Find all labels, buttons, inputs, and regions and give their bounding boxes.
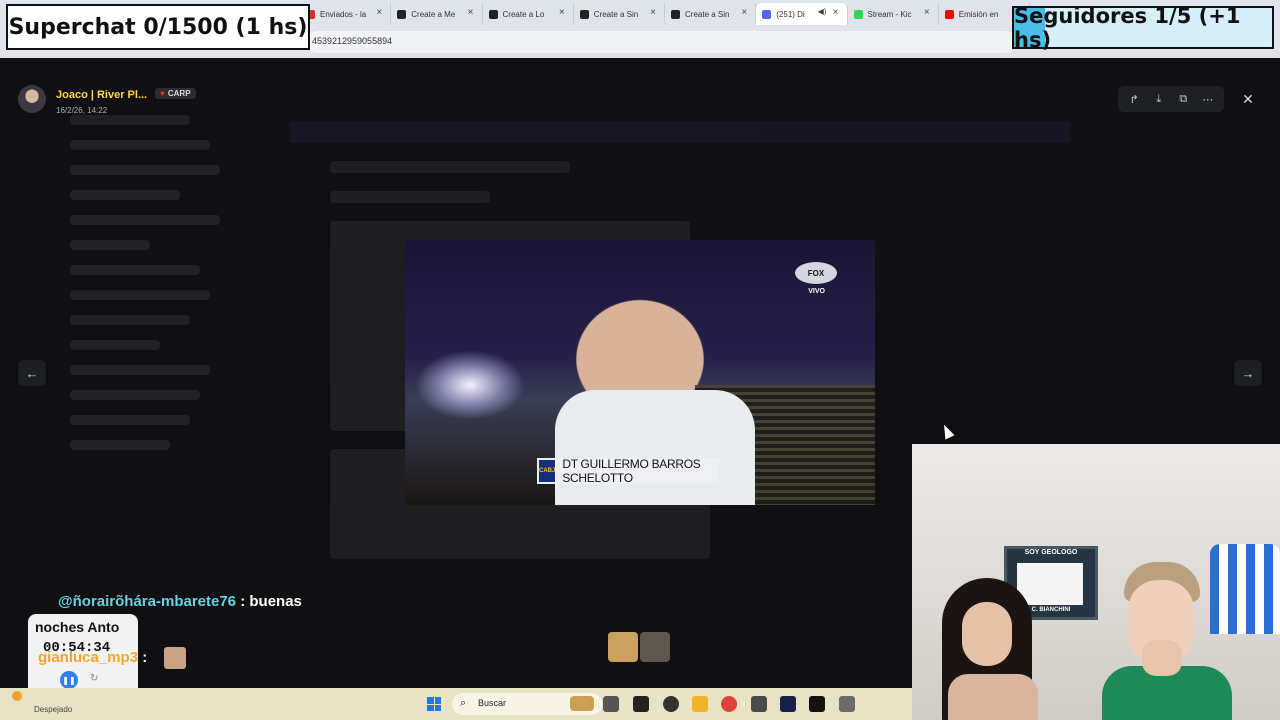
speaker-icon[interactable]: ◀) [818, 7, 827, 16]
tab-strip: Enviados - la × Create a Me × Create a Lo ×… [300, 3, 1030, 25]
weather-text: Despejado [34, 705, 73, 714]
tab-label: Create a Me [411, 9, 456, 19]
tab-favicon-icon [944, 9, 954, 19]
download-icon[interactable]: ⤓ [1149, 89, 1169, 109]
tab-3[interactable]: Create a Sin × [574, 3, 665, 25]
close-tab-icon[interactable]: × [376, 7, 382, 18]
capcut-icon[interactable] [633, 696, 649, 712]
previous-media-button[interactable]: ← [18, 360, 46, 386]
search-icon: ⌕ [460, 697, 467, 709]
tab-label: Stream - Kic [867, 9, 912, 19]
tab-1[interactable]: Create a Me × [391, 3, 483, 25]
sun-icon [12, 691, 22, 701]
viewer-toolbar: ↱ ⤓ ⧉ ⋯ [1118, 86, 1224, 112]
emote-icon [164, 647, 186, 669]
streamer-right [1102, 562, 1242, 720]
share-icon[interactable]: ↱ [1124, 89, 1144, 109]
tab-label: Create a Lo [502, 9, 545, 19]
tab-label: Enviados - la [320, 9, 367, 19]
files-icon[interactable] [603, 696, 619, 712]
media-thumbnails [608, 632, 672, 662]
tab-favicon-icon [579, 9, 589, 19]
chrome-icon[interactable] [721, 696, 737, 712]
photoshop-icon[interactable] [780, 696, 796, 712]
tab-4[interactable]: Create a Sin × [665, 3, 757, 25]
tab-2[interactable]: Create a Lo × [483, 3, 574, 25]
followers-goal: Seguidores 1/5 (+1 hs) [1012, 4, 1274, 52]
windows-start-icon[interactable] [427, 697, 441, 711]
close-tab-icon[interactable]: × [468, 7, 474, 18]
tab-6[interactable]: Stream - Kic × [848, 3, 939, 25]
media-video[interactable]: FOX VIVO CABJ DT GUILLERMO BARROS SCHELO… [405, 240, 875, 505]
tab-label: Create a Sin [593, 9, 639, 19]
chat-username: gianluca_mp3 [38, 649, 139, 666]
taskbar: Despejado ⌕ Buscar [0, 688, 912, 720]
lower-third: CABJ DT GUILLERMO BARROS SCHELOTTO [537, 457, 719, 485]
frame-top-text: SOY GEOLOGO [1024, 549, 1078, 556]
kick-icon[interactable] [809, 696, 825, 712]
tab-label: Emisión en [958, 9, 999, 19]
taskbar-search[interactable]: ⌕ Buscar [452, 693, 602, 715]
thumbnail-1[interactable] [608, 632, 638, 662]
channel-live-label: VIVO [808, 288, 825, 295]
tab-favicon-icon [762, 9, 772, 19]
chat-message: gianluca_mp3 : [38, 649, 147, 666]
chat-message: @ñorairõhára-mbarete76 : buenas [58, 593, 302, 610]
obs-icon[interactable] [663, 696, 679, 712]
thumbnail-2[interactable] [640, 632, 670, 662]
tab-5[interactable]: (251) Di ◀) × [756, 3, 848, 25]
upload-date: 16/2/26, 14:22 [56, 106, 108, 115]
search-highlight-icon [570, 696, 594, 711]
superchat-goal: Superchat 0/1500 (1 hs) [6, 4, 310, 50]
server-tag-label: CARP [167, 89, 191, 99]
address-bar[interactable]: 4539212959055894 [306, 31, 1016, 53]
close-tab-icon[interactable]: × [833, 7, 839, 18]
close-tab-icon[interactable]: × [650, 7, 656, 18]
next-media-button[interactable]: → [1234, 360, 1262, 386]
tab-favicon-icon [488, 9, 498, 19]
lower-third-name: DT GUILLERMO BARROS SCHELOTTO [562, 457, 701, 485]
close-tab-icon[interactable]: × [741, 7, 747, 18]
search-placeholder: Buscar [478, 698, 507, 708]
open-external-icon[interactable]: ⧉ [1173, 89, 1193, 109]
stream-chat: @ñorairõhára-mbarete76 : buenas gianluca… [28, 588, 368, 678]
chat-text: buenas [249, 593, 302, 610]
chat-separator: : [138, 649, 148, 666]
coach-shirt [555, 390, 755, 505]
club-crest: CABJ [539, 460, 556, 482]
channel-logo: FOX [795, 262, 837, 284]
folder-icon[interactable] [692, 696, 708, 712]
webcam-feed: SOY GEOLOGO C. BIANCHINI [912, 444, 1280, 720]
yandex-icon[interactable] [839, 696, 855, 712]
tab-favicon-icon [671, 9, 680, 19]
screen: Enviados - la × Create a Me × Create a Lo ×… [0, 0, 1280, 720]
tab-favicon-icon [853, 9, 863, 19]
weather-widget[interactable]: Despejado [12, 691, 72, 714]
chat-separator: : [236, 593, 250, 610]
tab-0[interactable]: Enviados - la × [300, 3, 392, 25]
close-tab-icon[interactable]: × [559, 7, 565, 18]
tab-favicon-icon [397, 9, 407, 19]
chat-username: @ñorairõhára-mbarete76 [58, 593, 237, 610]
server-tag-badge: ♥ CARP [155, 88, 196, 100]
more-icon[interactable]: ⋯ [1198, 89, 1218, 109]
app-icon[interactable] [751, 696, 767, 712]
uploader-name[interactable]: Joaco | River Pl... [56, 89, 147, 101]
stadium-light [415, 350, 525, 420]
streamer-left [924, 574, 1054, 720]
close-viewer-button[interactable]: ✕ [1236, 88, 1260, 110]
close-tab-icon[interactable]: × [924, 7, 930, 18]
tab-label: Create a Sin [685, 9, 730, 19]
media-uploader: Joaco | River Pl... ♥ CARP 16/2/26, 14:22 [18, 85, 196, 115]
avatar[interactable] [18, 85, 46, 113]
